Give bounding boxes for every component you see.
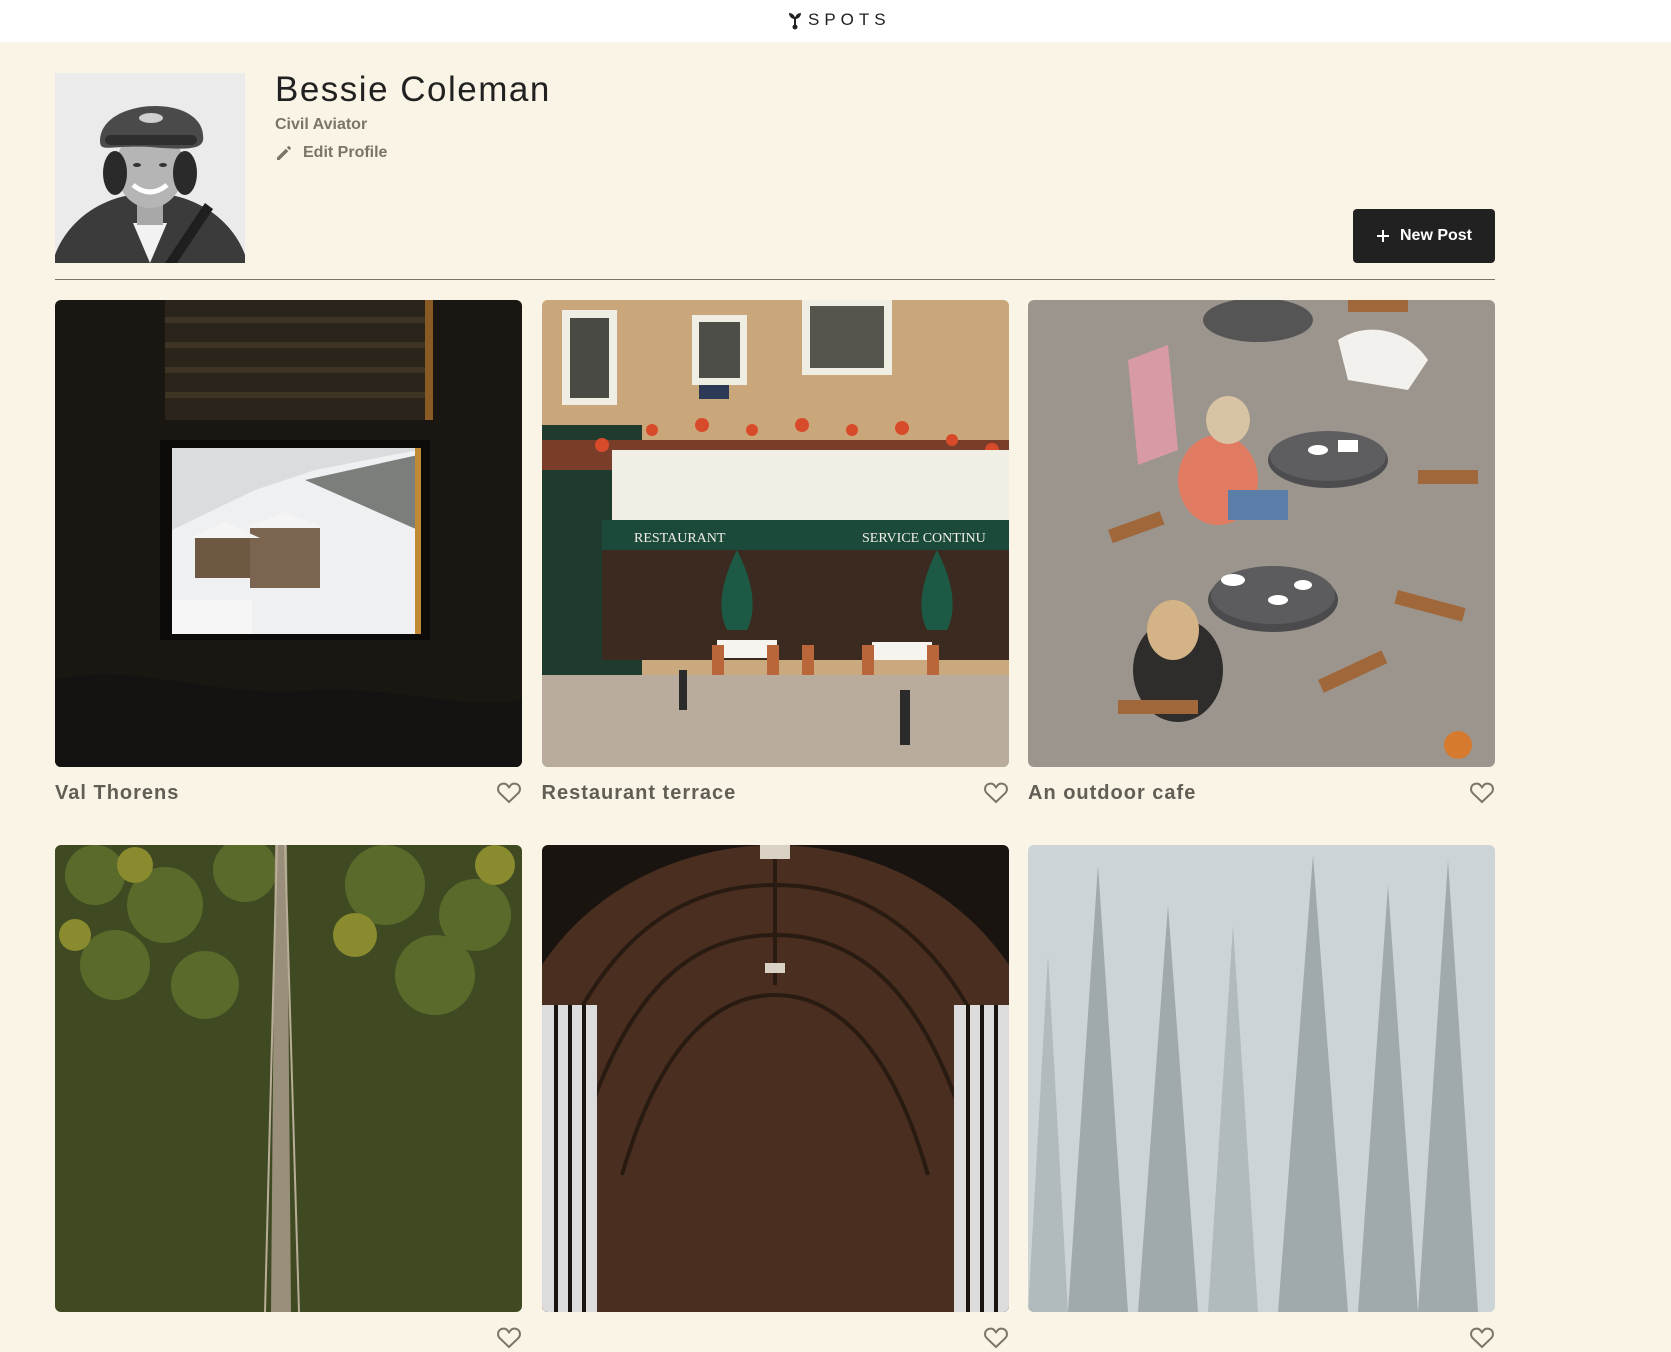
- card-title: An outdoor cafe: [1028, 781, 1197, 804]
- avatar: [55, 73, 245, 263]
- profile-divider: [55, 279, 1495, 280]
- card-title: Val Thorens: [55, 781, 180, 804]
- heart-icon[interactable]: [983, 781, 1009, 805]
- card: Val Thorens: [55, 300, 522, 807]
- card-image[interactable]: [1028, 300, 1495, 767]
- site-header: SPOTS: [0, 0, 1671, 42]
- card-image[interactable]: [1028, 845, 1495, 1312]
- cards-grid: Val Thorens RESTAURANT SERVICE CONTINU R…: [55, 300, 1495, 1352]
- new-post-label: New Post: [1399, 227, 1472, 244]
- heart-icon[interactable]: [983, 1326, 1009, 1350]
- card-footer: [542, 1324, 1009, 1352]
- card: An outdoor cafe: [1028, 300, 1495, 807]
- card: [55, 845, 522, 1352]
- heart-icon[interactable]: [496, 781, 522, 805]
- card-image[interactable]: [55, 845, 522, 1312]
- card-title: Restaurant terrace: [541, 781, 737, 804]
- edit-profile-label: Edit Profile: [303, 144, 388, 161]
- heart-icon[interactable]: [1469, 1326, 1495, 1350]
- heart-icon[interactable]: [1469, 781, 1495, 805]
- profile-name: Bessie Coleman: [275, 70, 551, 109]
- card: [1028, 845, 1495, 1352]
- card: RESTAURANT SERVICE CONTINU Restaurant te…: [541, 300, 1009, 807]
- card-footer: [1028, 1324, 1495, 1352]
- svg-text:SERVICE CONTINU: SERVICE CONTINU: [862, 531, 986, 546]
- card-footer: Val Thorens: [55, 779, 522, 807]
- card-footer: Restaurant terrace: [542, 779, 1009, 807]
- card-image[interactable]: RESTAURANT SERVICE CONTINU: [541, 300, 1009, 767]
- sprout-icon: [789, 13, 801, 30]
- profile-description: Civil Aviator: [275, 116, 368, 133]
- svg-text:RESTAURANT: RESTAURANT: [634, 531, 726, 546]
- card-image[interactable]: [55, 300, 522, 767]
- pencil-icon: [277, 146, 291, 160]
- new-post-button[interactable]: New Post: [1353, 209, 1495, 263]
- card-image[interactable]: [541, 845, 1009, 1312]
- heart-icon[interactable]: [496, 1326, 522, 1350]
- card-footer: [55, 1324, 522, 1352]
- card: [541, 845, 1009, 1352]
- logo[interactable]: SPOTS: [788, 9, 891, 31]
- logo-text: SPOTS: [808, 10, 891, 29]
- plus-icon: [1376, 230, 1389, 242]
- card-footer: An outdoor cafe: [1028, 779, 1495, 807]
- edit-profile-button[interactable]: Edit Profile: [275, 144, 387, 162]
